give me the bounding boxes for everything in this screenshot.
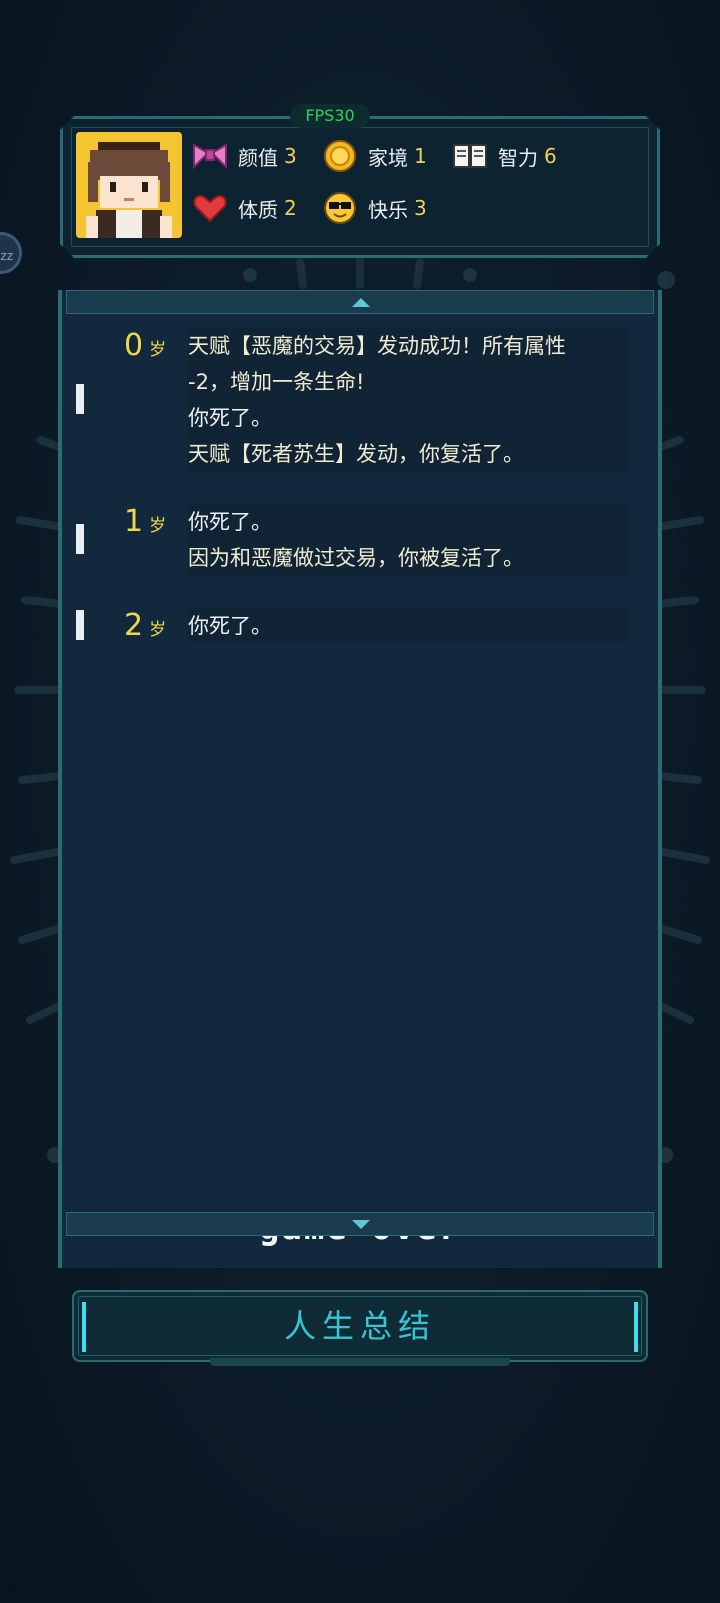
- summary-button-label: 人生总结: [283, 1307, 436, 1345]
- stat-label: 快乐: [368, 197, 408, 222]
- stat-value: 1: [414, 144, 427, 168]
- sunglasses-face-icon: [322, 190, 358, 226]
- arrow-down-icon: [352, 1220, 370, 1229]
- button-edge-left: [82, 1302, 86, 1352]
- bow-icon: [192, 138, 228, 174]
- stat-label: 家境: [368, 145, 408, 170]
- scroll-down-bar[interactable]: [66, 1212, 654, 1236]
- stat-looks: 颜值 3: [192, 136, 297, 176]
- age-unit: 岁: [149, 620, 167, 640]
- stat-happiness: 快乐 3: [322, 188, 427, 228]
- stat-label: 智力: [498, 145, 538, 170]
- stat-value: 2: [284, 196, 297, 220]
- stat-value: 3: [414, 196, 427, 220]
- log-line: 你死了。: [188, 608, 628, 644]
- entry-text: 你死了。 因为和恶魔做过交易，你被复活了。: [188, 504, 628, 576]
- log-line: 天赋【死者苏生】发动，你复活了。: [188, 436, 628, 472]
- stat-label: 体质: [238, 197, 278, 222]
- fps-counter: FPS30: [290, 104, 370, 128]
- button-underline-tab: [210, 1358, 510, 1366]
- log-line: 你死了。: [188, 400, 628, 436]
- scroll-up-bar[interactable]: [66, 290, 654, 314]
- arrow-up-icon: [352, 298, 370, 307]
- age-unit: 岁: [149, 516, 167, 536]
- log-line: 天赋【恶魔的交易】发动成功！所有属性: [188, 328, 628, 364]
- heart-icon: [192, 190, 228, 226]
- coin-icon: [322, 138, 358, 174]
- stat-value: 6: [544, 144, 557, 168]
- entry-marker: [76, 384, 84, 414]
- stat-intelligence: 智力 6: [452, 136, 557, 176]
- age-unit: 岁: [149, 340, 167, 360]
- game-screen: zz FPS30 颜值 3 家境 1 智力 6 体质 2 快乐 3 0 岁 天赋…: [0, 0, 720, 1603]
- stat-constitution: 体质 2: [192, 188, 297, 228]
- button-edge-right: [634, 1302, 638, 1352]
- log-line: 你死了。: [188, 504, 628, 540]
- book-icon: [452, 138, 488, 174]
- age-value: 0: [124, 328, 144, 363]
- stat-family: 家境 1: [322, 136, 427, 176]
- entry-marker: [76, 610, 84, 640]
- pixel-character-icon: [76, 132, 182, 238]
- stat-value: 3: [284, 144, 297, 168]
- age-value: 2: [124, 608, 144, 643]
- entry-text: 你死了。: [188, 608, 628, 644]
- log-line: -2，增加一条生命!: [188, 364, 628, 400]
- log-line: 因为和恶魔做过交易，你被复活了。: [188, 540, 628, 576]
- entry-text: 天赋【恶魔的交易】发动成功！所有属性 -2，增加一条生命! 你死了。 天赋【死者…: [188, 328, 628, 472]
- life-summary-button[interactable]: 人生总结: [72, 1290, 648, 1362]
- age-value: 1: [124, 504, 144, 539]
- entry-marker: [76, 524, 84, 554]
- stat-label: 颜值: [238, 145, 278, 170]
- avatar: [76, 132, 182, 238]
